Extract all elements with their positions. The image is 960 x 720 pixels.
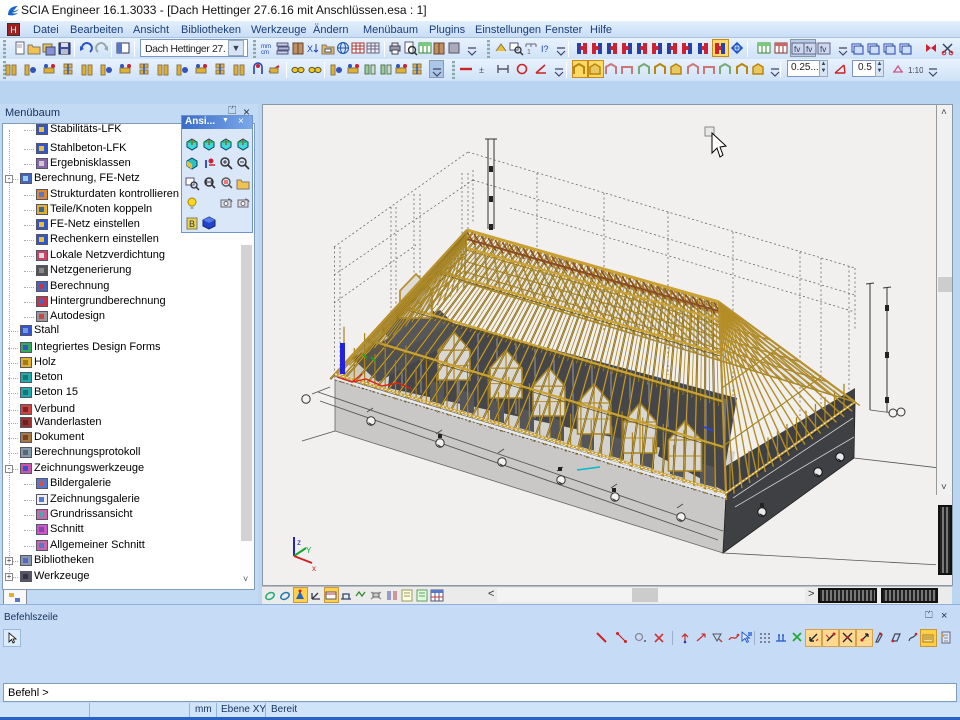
svg-text:I?: I? <box>541 44 549 54</box>
svg-text:±: ± <box>479 65 484 75</box>
svg-text:x: x <box>312 564 316 573</box>
svg-text:z: z <box>297 538 301 547</box>
svg-text:Y: Y <box>306 546 312 555</box>
svg-text:fv: fv <box>820 45 826 54</box>
svg-text:1:10: 1:10 <box>908 66 923 75</box>
svg-text:fv: fv <box>794 45 800 54</box>
svg-text:cm: cm <box>261 50 269 56</box>
svg-text:X: X <box>307 44 313 54</box>
svg-text:1: 1 <box>527 49 531 56</box>
svg-text:fv: fv <box>806 45 812 54</box>
svg-text:B: B <box>189 219 195 229</box>
